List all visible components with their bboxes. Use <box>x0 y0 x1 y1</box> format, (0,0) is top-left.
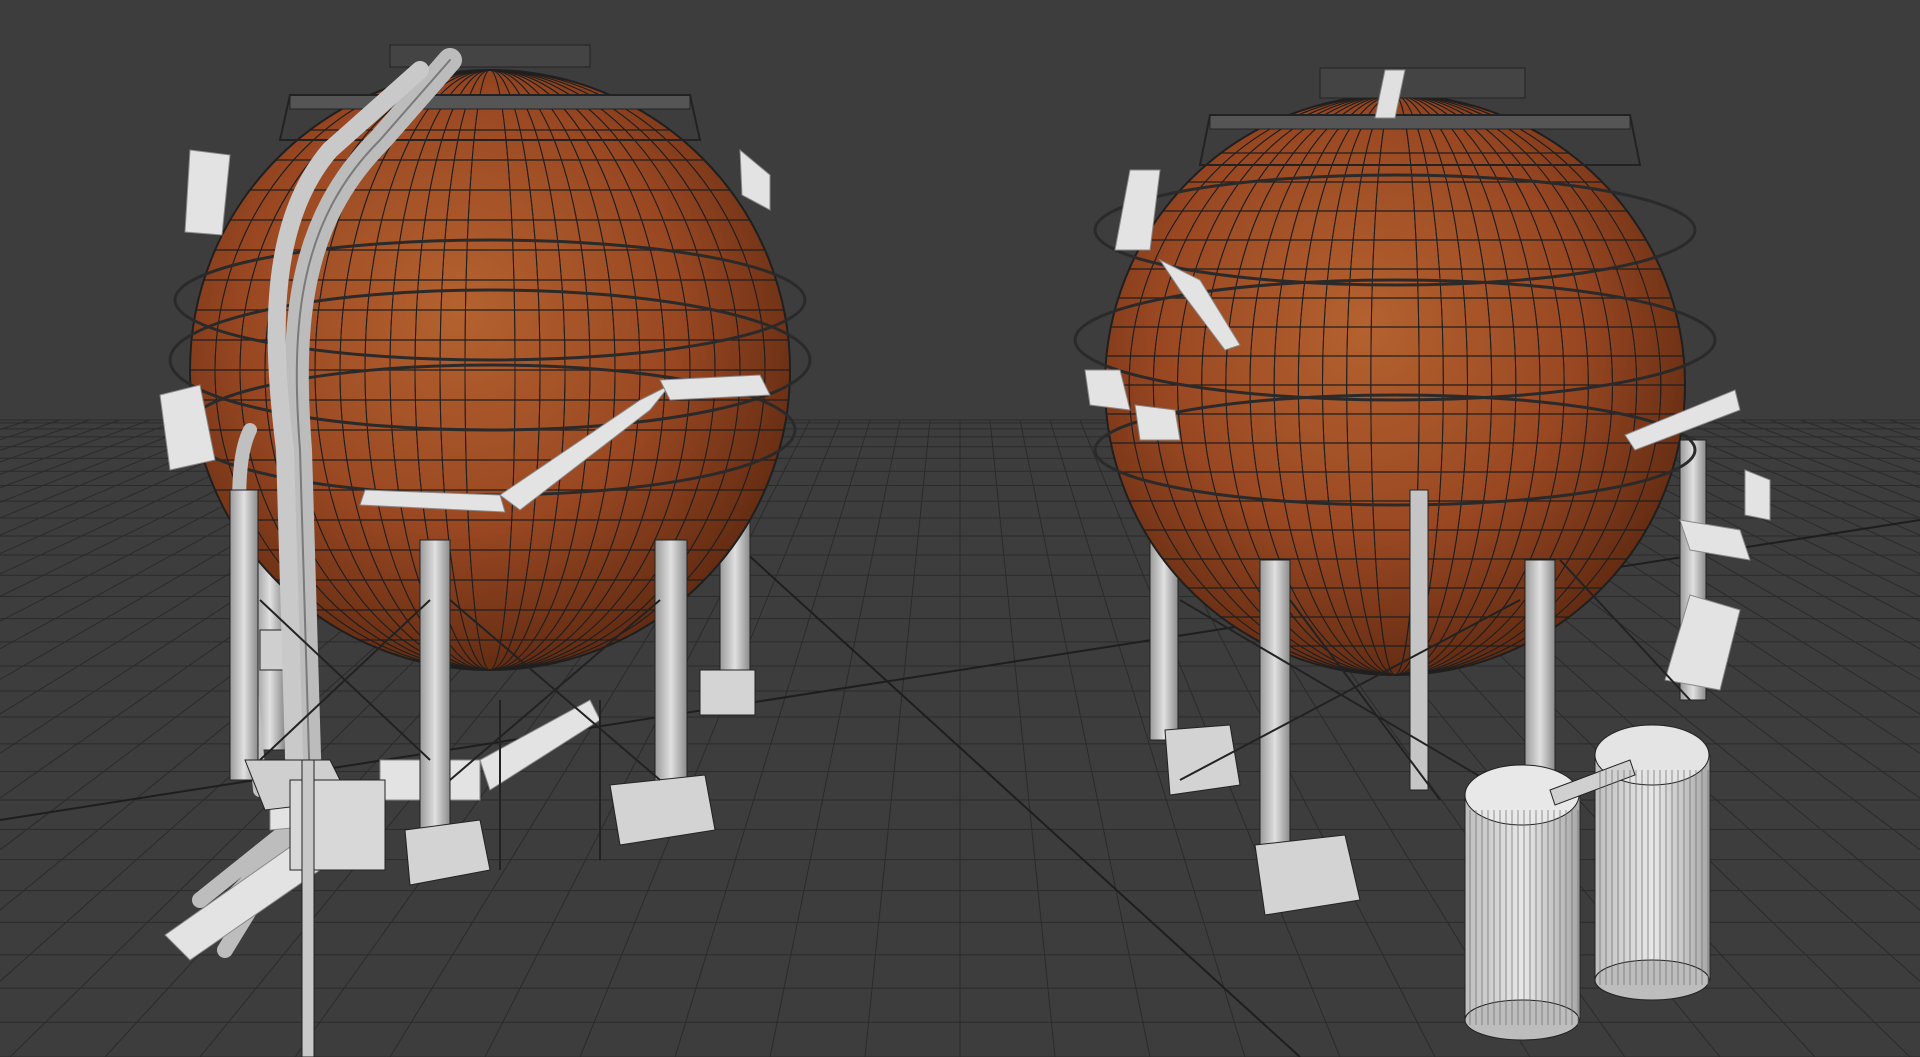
3d-viewport[interactable] <box>0 0 1920 1057</box>
spherical-tank-right[interactable] <box>1073 67 1771 1041</box>
tank-right-silos <box>1464 724 1711 1041</box>
spherical-tank-left[interactable] <box>159 44 812 1057</box>
